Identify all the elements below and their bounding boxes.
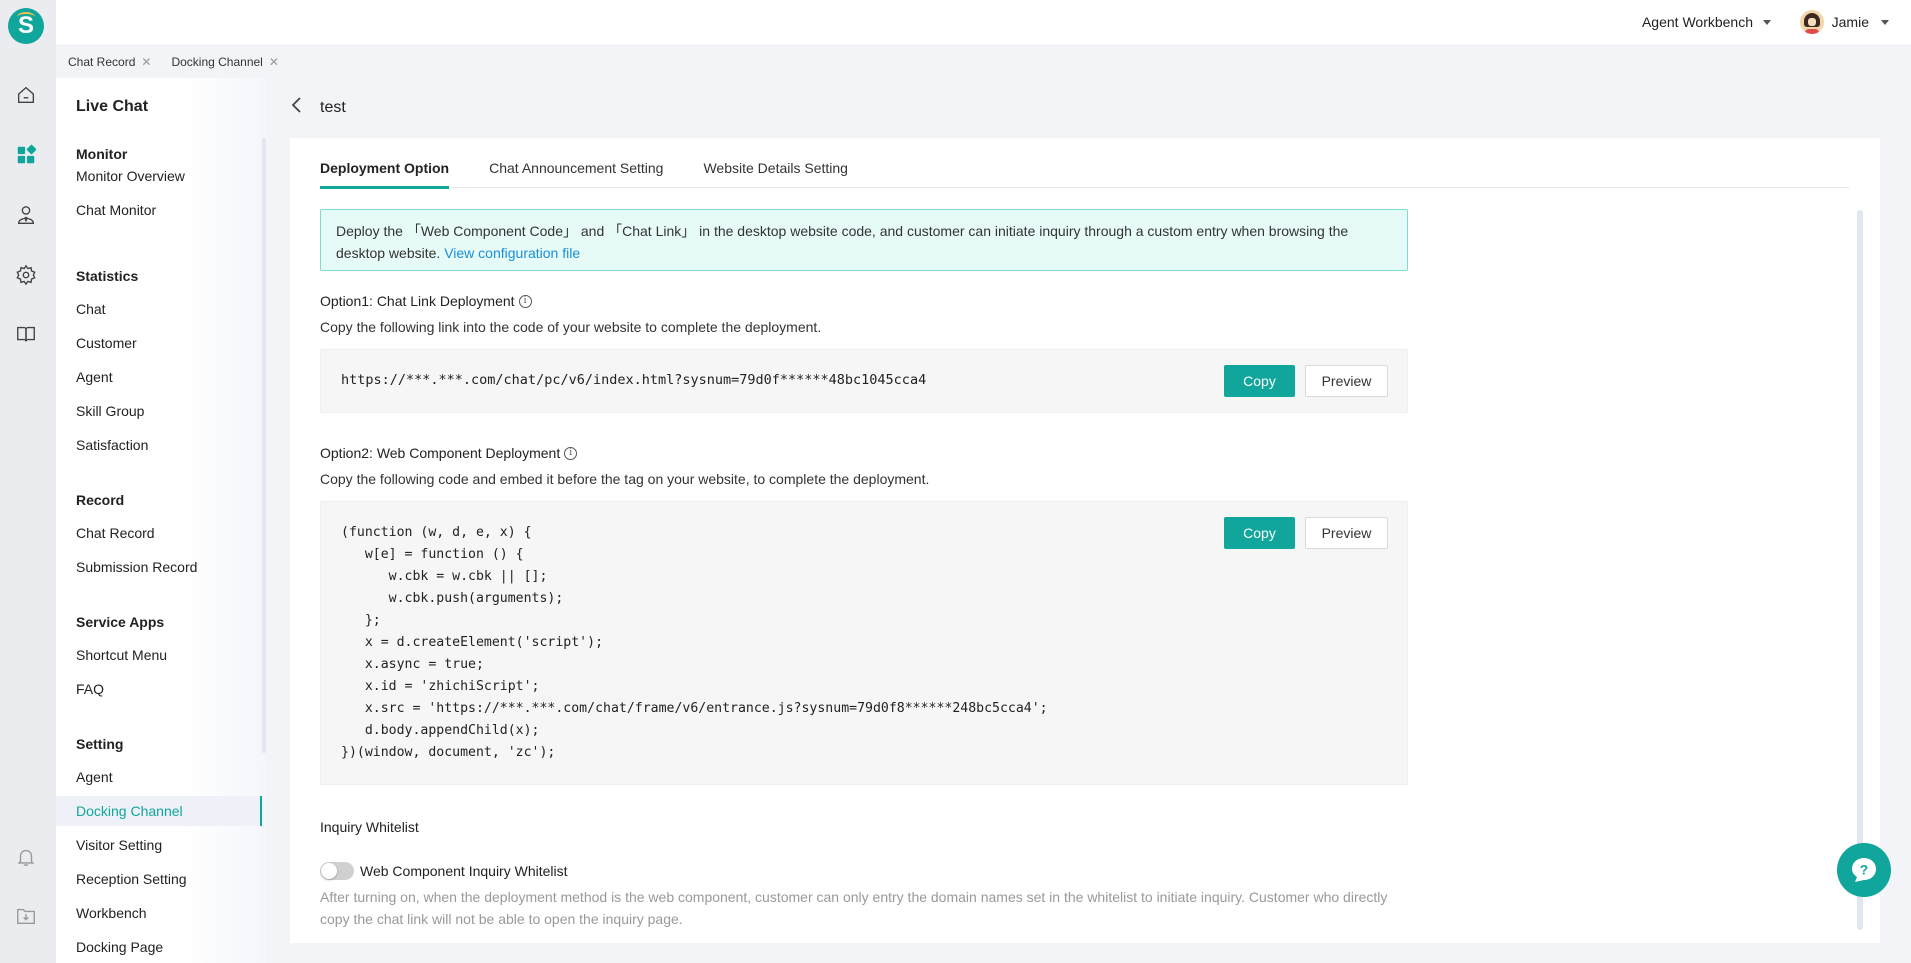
menu-item-shortcut-menu[interactable]: Shortcut Menu bbox=[56, 640, 262, 670]
user-menu[interactable]: Jamie bbox=[1799, 10, 1889, 34]
page-header: test bbox=[290, 96, 346, 120]
side-menu: Live Chat Monitor Monitor Overview Chat … bbox=[56, 78, 266, 963]
menu-item-submission-record[interactable]: Submission Record bbox=[56, 552, 262, 582]
svg-text:?: ? bbox=[1860, 862, 1869, 878]
chat-link-text[interactable]: https://***.***.com/chat/pc/v6/index.htm… bbox=[341, 372, 926, 388]
tab-website-details-setting[interactable]: Website Details Setting bbox=[703, 138, 847, 188]
menu-group-record: Record bbox=[76, 492, 125, 508]
web-component-code-box: (function (w, d, e, x) { w[e] = function… bbox=[320, 501, 1408, 785]
chevron-down-icon bbox=[1763, 19, 1771, 25]
menu-item-chat[interactable]: Chat bbox=[56, 294, 262, 324]
avatar bbox=[1799, 10, 1824, 34]
menu-item-chat-record[interactable]: Chat Record bbox=[56, 518, 262, 548]
view-configuration-file-link[interactable]: View configuration file bbox=[444, 245, 580, 261]
download-folder-icon[interactable] bbox=[14, 904, 38, 928]
settings-icon[interactable] bbox=[14, 263, 38, 287]
menu-group-statistics: Statistics bbox=[76, 268, 139, 284]
menu-item-chat-monitor[interactable]: Chat Monitor bbox=[56, 195, 262, 225]
left-rail: S bbox=[0, 0, 56, 963]
menu-item-workbench[interactable]: Workbench bbox=[56, 898, 262, 928]
close-icon[interactable]: ✕ bbox=[141, 55, 151, 69]
side-menu-scrollbar[interactable] bbox=[262, 138, 266, 753]
menu-item-satisfaction[interactable]: Satisfaction bbox=[56, 430, 262, 460]
bell-icon[interactable] bbox=[14, 845, 38, 869]
menu-group-service-apps: Service Apps bbox=[76, 614, 165, 630]
whitelist-title: Inquiry Whitelist bbox=[320, 819, 419, 835]
option2-title: Option2: Web Component Deployment bbox=[320, 445, 561, 461]
main-scrollbar[interactable] bbox=[1857, 210, 1863, 930]
whitelist-toggle-label: Web Component Inquiry Whitelist bbox=[360, 863, 568, 879]
whitelist-title-text: Inquiry Whitelist bbox=[320, 819, 419, 835]
side-menu-title: Live Chat bbox=[76, 98, 149, 115]
option1-title-row: Option1: Chat Link Deployment i bbox=[320, 293, 532, 309]
whitelist-helper-text: After turning on, when the deployment me… bbox=[320, 889, 1388, 927]
open-tab-label: Docking Channel bbox=[171, 55, 263, 69]
user-name: Jamie bbox=[1831, 14, 1869, 30]
help-chat-button[interactable]: ? bbox=[1837, 843, 1891, 897]
settings-tabs: Deployment Option Chat Announcement Sett… bbox=[320, 138, 1850, 189]
option2-title-row: Option2: Web Component Deployment i bbox=[320, 445, 578, 461]
app-logo[interactable]: S bbox=[8, 8, 44, 44]
option2-description: Copy the following code and embed it bef… bbox=[320, 471, 930, 487]
web-component-code[interactable]: (function (w, d, e, x) { w[e] = function… bbox=[341, 522, 1048, 764]
menu-item-faq[interactable]: FAQ bbox=[56, 674, 262, 704]
menu-item-agent-setting[interactable]: Agent bbox=[56, 762, 262, 792]
tab-deployment-option[interactable]: Deployment Option bbox=[320, 138, 450, 189]
close-icon[interactable]: ✕ bbox=[269, 55, 279, 69]
workbench-label: Agent Workbench bbox=[1641, 14, 1753, 30]
chevron-down-icon bbox=[1881, 19, 1889, 25]
open-tab-chat-record[interactable]: Chat Record ✕ bbox=[68, 55, 151, 69]
menu-item-monitor-overview[interactable]: Monitor Overview bbox=[56, 161, 262, 191]
copy-link-button[interactable]: Copy bbox=[1224, 365, 1295, 397]
info-icon[interactable]: i bbox=[564, 446, 578, 460]
menu-group-setting: Setting bbox=[76, 736, 124, 752]
page-title: test bbox=[320, 99, 346, 116]
menu-item-reception-setting[interactable]: Reception Setting bbox=[56, 864, 262, 894]
menu-item-skill-group[interactable]: Skill Group bbox=[56, 396, 262, 426]
whitelist-toggle[interactable] bbox=[320, 862, 354, 880]
top-bar: Agent Workbench Jamie bbox=[56, 0, 1911, 46]
back-arrow-icon[interactable] bbox=[290, 96, 308, 120]
menu-item-agent-stats[interactable]: Agent bbox=[56, 362, 262, 392]
option1-title: Option1: Chat Link Deployment bbox=[320, 293, 515, 309]
open-tab-docking-channel[interactable]: Docking Channel ✕ bbox=[171, 55, 278, 69]
apps-icon[interactable] bbox=[14, 143, 38, 167]
menu-item-docking-channel[interactable]: Docking Channel bbox=[56, 796, 262, 826]
tab-chat-announcement-setting[interactable]: Chat Announcement Setting bbox=[489, 138, 663, 188]
menu-item-customer[interactable]: Customer bbox=[56, 328, 262, 358]
menu-item-visitor-setting[interactable]: Visitor Setting bbox=[56, 830, 262, 860]
preview-code-button[interactable]: Preview bbox=[1305, 517, 1388, 549]
home-icon[interactable] bbox=[14, 83, 38, 107]
chat-link-box: https://***.***.com/chat/pc/v6/index.htm… bbox=[320, 349, 1408, 413]
book-icon[interactable] bbox=[14, 322, 38, 346]
agent-icon[interactable] bbox=[14, 203, 38, 227]
deployment-notice: Deploy the 「Web Component Code」 and 「Cha… bbox=[320, 209, 1408, 271]
main-card: Deployment Option Chat Announcement Sett… bbox=[290, 138, 1880, 943]
open-tab-label: Chat Record bbox=[68, 55, 136, 69]
workbench-dropdown[interactable]: Agent Workbench bbox=[1642, 14, 1771, 30]
menu-item-docking-page[interactable]: Docking Page bbox=[56, 932, 262, 962]
copy-code-button[interactable]: Copy bbox=[1224, 517, 1295, 549]
preview-link-button[interactable]: Preview bbox=[1305, 365, 1388, 397]
help-chat-icon: ? bbox=[1852, 858, 1876, 882]
info-icon[interactable]: i bbox=[518, 294, 532, 308]
open-tabs-strip: Chat Record ✕ Docking Channel ✕ bbox=[56, 46, 1911, 78]
menu-group-monitor: Monitor bbox=[76, 146, 128, 162]
option1-description: Copy the following link into the code of… bbox=[320, 319, 822, 335]
